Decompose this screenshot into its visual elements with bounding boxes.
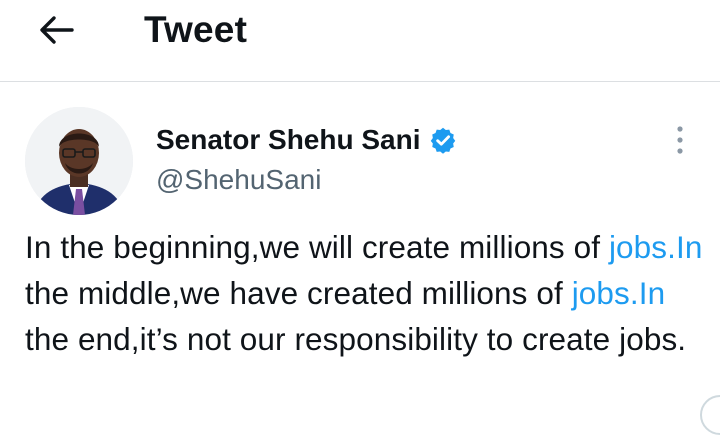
more-options-button[interactable] — [664, 120, 696, 160]
tweet-link[interactable]: jobs.In — [609, 229, 703, 265]
tweet-text-segment: In the beginning,we will create millions… — [25, 229, 609, 265]
partial-circle-element — [700, 395, 720, 435]
page-title: Tweet — [144, 9, 248, 50]
back-button[interactable] — [30, 8, 82, 52]
avatar[interactable] — [25, 107, 133, 215]
more-vertical-icon — [677, 126, 683, 154]
tweet-text-segment: the end,it’s not our responsibility to c… — [25, 321, 687, 357]
author-handle[interactable]: @ShehuSani — [156, 162, 457, 198]
arrow-left-icon — [40, 16, 74, 44]
author-info: Senator Shehu Sani @ShehuSani — [156, 120, 457, 198]
author-name-row: Senator Shehu Sani — [156, 120, 457, 160]
tweet-text-segment: the middle,we have created millions of — [25, 275, 572, 311]
tweet-text: In the beginning,we will create millions… — [25, 224, 705, 362]
profile-photo — [25, 107, 133, 215]
verified-badge-icon[interactable] — [429, 126, 457, 154]
tweet-link[interactable]: jobs.In — [572, 275, 666, 311]
author-name[interactable]: Senator Shehu Sani — [156, 120, 421, 160]
top-app-bar: Tweet — [0, 0, 720, 82]
